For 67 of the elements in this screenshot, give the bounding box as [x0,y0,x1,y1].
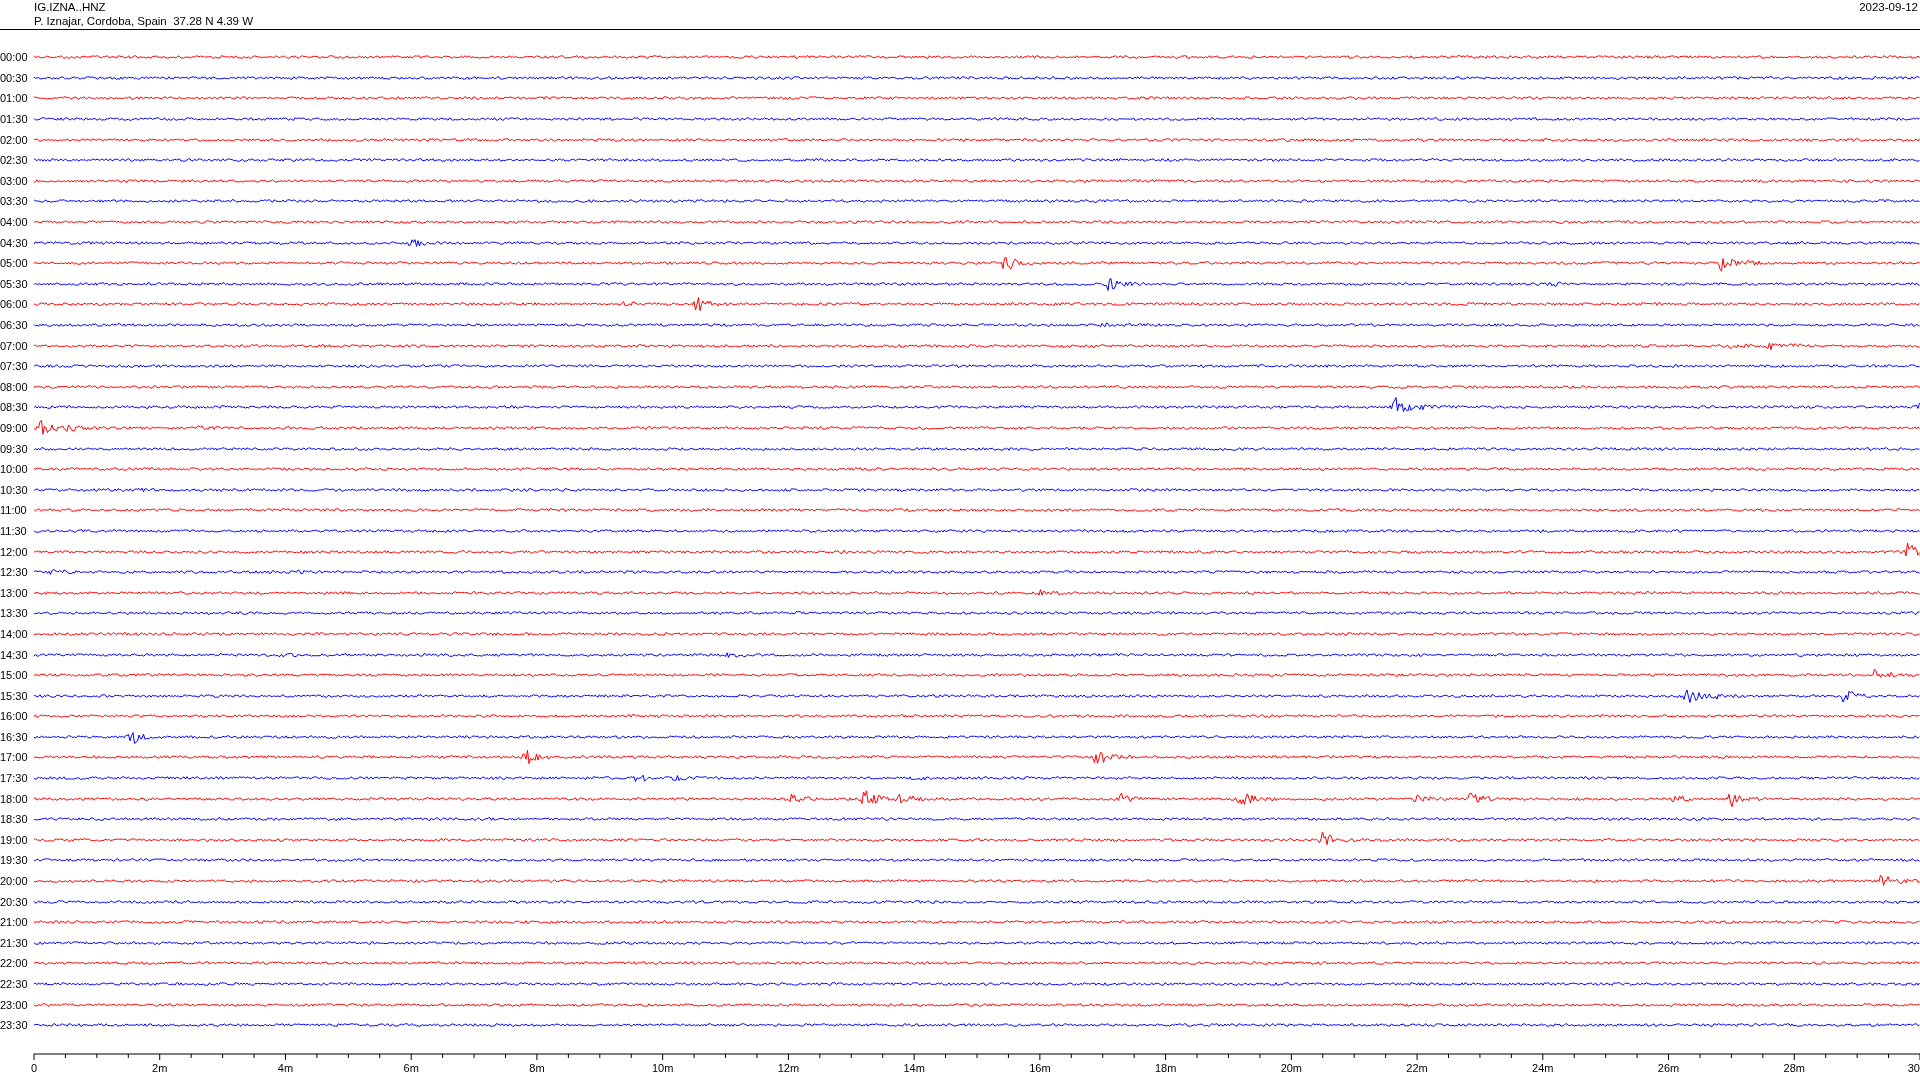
tick-label: 0 [30,1062,38,1074]
time-label: 02:30 [0,154,29,167]
time-label: 19:30 [0,854,29,867]
time-label: 08:00 [0,380,29,393]
time-label: 20:00 [0,875,29,888]
time-label: 09:30 [0,442,29,455]
time-label: 13:30 [0,607,29,620]
time-label: 06:00 [0,298,29,311]
tick-label: 22m [1406,1062,1428,1074]
time-label: 21:30 [0,936,29,949]
time-label: 09:00 [0,422,29,434]
time-label: 03:30 [0,195,29,208]
tick-label: 4m [277,1062,294,1074]
tick-label: 24m [1532,1062,1554,1074]
time-label: 22:30 [0,978,29,990]
tick-label: 14m [903,1062,925,1074]
time-label: 06:30 [0,319,29,331]
time-label: 12:00 [0,545,29,558]
time-label: 11:30 [0,524,28,537]
time-label: 05:00 [0,257,29,270]
time-label: 02:00 [0,133,29,146]
tick-label: 30 [1907,1062,1920,1074]
tick-label: 20m [1280,1062,1303,1074]
time-label: 04:00 [0,216,29,229]
time-label: 10:30 [0,483,29,496]
time-label: 20:30 [0,895,29,908]
time-label: 21:00 [0,916,29,929]
time-label: 04:30 [0,236,29,249]
tick-label: 8m [529,1062,545,1074]
time-label: 07:30 [0,360,29,373]
time-label: 15:30 [0,689,29,702]
tick-label: 2m [152,1062,168,1074]
time-label: 13:00 [0,586,29,599]
time-label: 03:00 [0,174,29,187]
station-info: P. Iznajar, Cordoba, Spain 37.28 N 4.39 W [34,14,254,28]
tick-label: 12m [777,1062,800,1074]
time-label: 10:00 [0,463,29,476]
time-label: 15:00 [0,669,29,682]
time-label: 19:00 [0,833,29,846]
time-label: 14:00 [0,627,29,640]
time-label: 05:30 [0,277,29,290]
tick-label: 6m [403,1062,419,1074]
time-label: 16:30 [0,730,29,743]
time-label: 18:00 [0,792,29,805]
time-label: 07:00 [0,339,29,352]
tick-label: 26m [1657,1062,1680,1074]
time-label: 11:00 [0,504,28,517]
time-label: 14:30 [0,648,29,661]
tick-label: 28m [1783,1062,1805,1074]
tick-label: 16m [1029,1062,1051,1074]
time-label: 23:00 [0,998,29,1011]
time-label: 00:00 [0,51,29,64]
time-label: 12:30 [0,566,29,579]
date-label: 2023-09-12 [1859,0,1918,15]
time-label: 01:30 [0,113,29,126]
time-label: 16:00 [0,710,29,723]
time-label: 08:30 [0,401,29,414]
time-label: 22:00 [0,957,29,970]
time-label: 17:30 [0,772,29,785]
time-label: 18:30 [0,813,29,826]
time-label: 00:30 [0,71,29,84]
channel-name: IG.IZNA..HNZ [34,0,107,14]
time-label: 01:00 [0,92,29,105]
time-label: 17:00 [0,751,29,764]
tick-label: 18m [1154,1062,1177,1074]
tick-label: 10m [651,1062,674,1074]
time-label: 23:30 [0,1019,29,1032]
